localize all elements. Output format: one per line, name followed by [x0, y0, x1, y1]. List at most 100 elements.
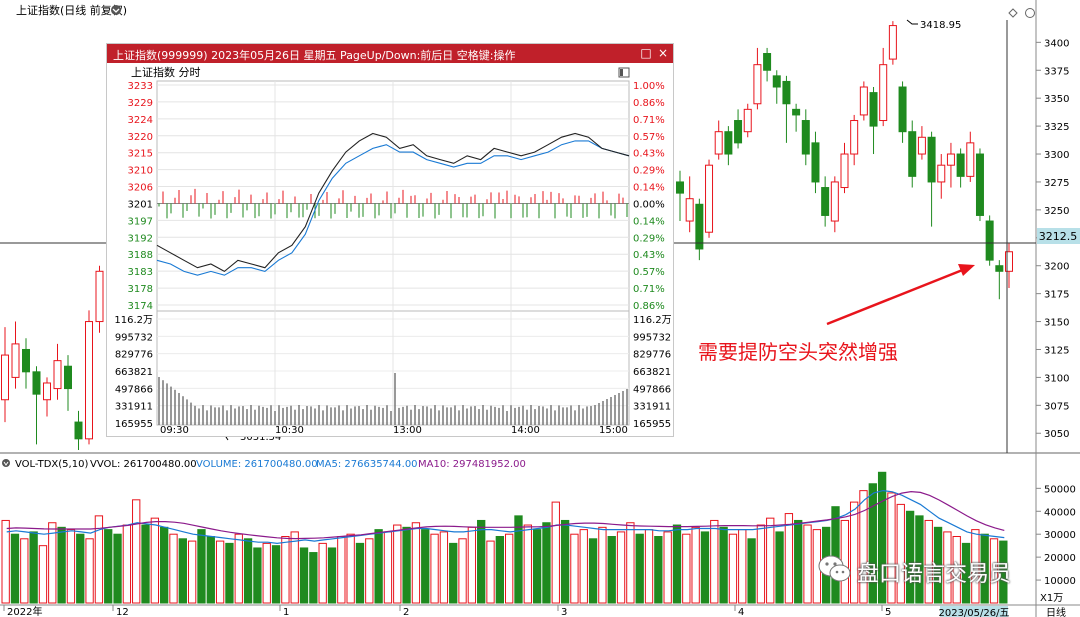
- price-tick-label: 3125: [1044, 345, 1069, 356]
- intraday-pct-tick: 1.00%: [633, 81, 665, 92]
- volume-bar: [551, 501, 560, 604]
- volume-bar: [411, 522, 421, 604]
- volume-tick-label: 20000: [1044, 553, 1076, 564]
- price-tick-label: 3175: [1044, 290, 1069, 301]
- intraday-time-tick: 14:00: [511, 425, 540, 436]
- intraday-popup[interactable]: 上证指数(999999) 2023年05月26日 星期五 PageUp/Down…: [106, 43, 674, 437]
- volume-bar: [141, 524, 150, 604]
- intraday-price-tick: 3197: [128, 216, 153, 227]
- candle-body: [975, 153, 984, 216]
- volume-bar: [775, 531, 784, 604]
- last-date-label: 2023/05/26/五: [938, 608, 1009, 617]
- volume-bar: [803, 524, 812, 604]
- volume-bar: [66, 529, 76, 604]
- maximize-icon[interactable]: □: [639, 46, 653, 60]
- intraday-time-tick: 15:00: [599, 425, 628, 436]
- intraday-vol-tick: 829776: [115, 350, 153, 361]
- volume-bar: [896, 503, 905, 604]
- volume-bar: [206, 536, 215, 604]
- intraday-pct-tick: 0.14%: [633, 216, 665, 227]
- date-tick-label: 2022年: [7, 605, 42, 617]
- candle-body: [676, 181, 684, 194]
- volume-bar: [467, 526, 477, 604]
- intraday-pct-tick: 0.71%: [633, 115, 665, 126]
- volume-bar: [747, 538, 756, 604]
- candle-body: [685, 198, 694, 222]
- volume-bar: [402, 526, 411, 604]
- intraday-pct-tick: 0.86%: [633, 301, 665, 312]
- volume-bar: [644, 529, 654, 604]
- volume-bar: [113, 533, 122, 604]
- candle-body: [840, 153, 849, 189]
- candle-body: [85, 321, 93, 440]
- intraday-time-tick: 09:30: [160, 425, 189, 436]
- candle-body: [782, 80, 791, 105]
- volume-bar: [719, 526, 728, 604]
- main-chart-title: 上证指数(日线 前复权): [16, 3, 127, 17]
- date-tick-label: 12: [116, 607, 129, 617]
- volume-bar: [225, 542, 234, 604]
- volume-bar: [738, 529, 747, 604]
- intraday-pct-tick: 0.29%: [633, 166, 665, 177]
- volume-bar: [700, 531, 710, 604]
- price-tick-label: 3075: [1044, 401, 1069, 412]
- volume-bar: [784, 513, 794, 604]
- intraday-price-tick: 3215: [128, 149, 153, 160]
- intraday-price-tick: 3192: [128, 233, 153, 244]
- price-tick-label: 3150: [1044, 318, 1069, 329]
- price-tick-label: 3100: [1044, 373, 1069, 384]
- candle-body: [898, 86, 907, 133]
- candle-body: [811, 142, 820, 183]
- candle-body: [753, 64, 762, 105]
- volume-bar: [449, 542, 458, 604]
- intraday-pct-tick: 0.43%: [633, 250, 665, 261]
- volume-bar: [532, 529, 542, 604]
- volume-tick-label: 40000: [1044, 507, 1076, 518]
- volume-bar: [299, 547, 309, 604]
- volume-bar: [104, 529, 113, 604]
- candle-body: [695, 203, 704, 250]
- volume-bar: [523, 524, 532, 604]
- candle-body: [724, 131, 733, 155]
- popup-titlebar[interactable]: 上证指数(999999) 2023年05月26日 星期五 PageUp/Down…: [107, 44, 673, 63]
- popup-settings-icon[interactable]: [618, 67, 630, 78]
- intraday-chart: 上证指数 分时 3233 1.00% 3229 0.86% 3224 0.71% 3220 0…: [114, 65, 672, 436]
- intraday-price-tick: 3220: [128, 132, 153, 143]
- candle-body: [888, 25, 897, 60]
- volume-bar: [355, 542, 365, 604]
- intraday-pct-tick: 0.00%: [633, 199, 665, 210]
- volume-bar: [327, 547, 337, 604]
- legend-ma5: MA5: 276635744.00: [316, 459, 418, 470]
- volume-bar: [756, 524, 766, 604]
- intraday-vol-tick: 116.2万: [633, 315, 672, 326]
- volume-bar: [169, 533, 178, 604]
- close-icon[interactable]: ×: [656, 46, 670, 60]
- intraday-pct-tick: 0.57%: [633, 132, 665, 143]
- intraday-pct-tick: 0.86%: [633, 98, 665, 109]
- volume-bar: [76, 533, 85, 604]
- volume-bar: [682, 533, 691, 604]
- volume-bar: [794, 519, 803, 604]
- volume-bar: [439, 531, 449, 604]
- volume-bar: [271, 545, 281, 604]
- price-tick-label: 3400: [1044, 38, 1069, 49]
- volume-bar: [672, 524, 682, 604]
- expand-circle-icon[interactable]: [111, 5, 121, 15]
- candle-body: [946, 153, 955, 166]
- volume-bar: [421, 529, 430, 604]
- volume-bar: [29, 531, 38, 604]
- intraday-price-tick: 3206: [128, 183, 153, 194]
- date-tick-label: 5: [885, 607, 891, 617]
- wechat-icon: [818, 555, 851, 582]
- volume-bar: [542, 522, 551, 604]
- volume-bar: [346, 533, 355, 604]
- volume-bar: [38, 545, 48, 604]
- volume-tick-label: 30000: [1044, 530, 1076, 541]
- intraday-pct-tick: 0.57%: [633, 267, 665, 278]
- intraday-vol-tick: 497866: [633, 384, 671, 395]
- volume-bar: [57, 526, 66, 604]
- volume-bar: [635, 533, 644, 604]
- price-tick-label: 3350: [1044, 94, 1069, 105]
- volume-bar: [318, 542, 327, 604]
- intraday-price-tick: 3188: [128, 250, 153, 261]
